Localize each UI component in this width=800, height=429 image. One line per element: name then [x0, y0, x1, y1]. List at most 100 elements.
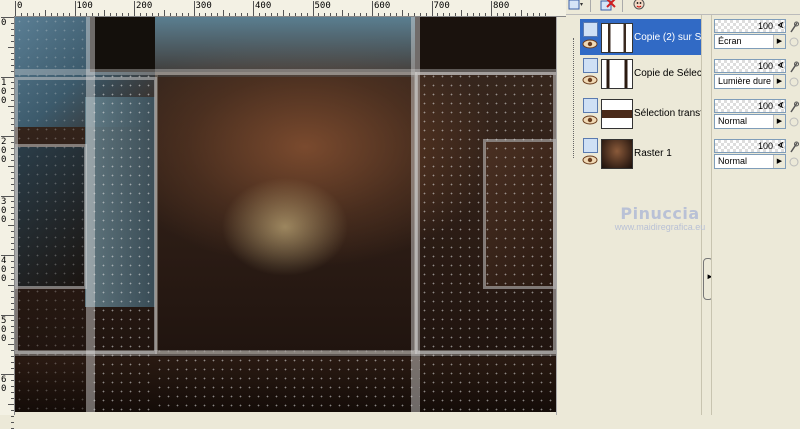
visibility-eye-icon[interactable]	[582, 75, 598, 85]
ruler-tick	[247, 13, 249, 16]
visibility-eye-icon[interactable]	[582, 39, 598, 49]
ruler-tick	[312, 1, 314, 16]
toolbar-separator	[622, 0, 623, 12]
dropdown-arrow-icon[interactable]: ▶	[773, 75, 785, 88]
ruler-tick	[241, 13, 243, 16]
link-icon[interactable]	[788, 156, 800, 168]
ruler-tick	[11, 159, 14, 161]
ruler-tick	[401, 10, 403, 16]
ruler-tick	[455, 13, 457, 16]
lock-transparency-icon[interactable]	[788, 21, 800, 33]
ruler-label: 200	[136, 1, 153, 11]
horizontal-ruler: 0 100 200 300 400 500 600 700 800	[0, 0, 566, 17]
ruler-tick	[419, 13, 421, 16]
ruler-tick	[92, 13, 94, 16]
ruler-tick	[169, 13, 171, 16]
ruler-tick	[11, 88, 14, 90]
ruler-tick	[211, 13, 213, 16]
ruler-tick	[145, 13, 147, 16]
layer-row[interactable]: Raster 1	[580, 135, 701, 171]
ruler-tick	[1, 255, 14, 256]
blend-mode-select[interactable]: Normal ▶	[714, 154, 786, 169]
ruler-tick	[199, 13, 201, 16]
link-icon[interactable]	[788, 36, 800, 48]
dropdown-arrow-icon[interactable]: ▶	[773, 35, 785, 48]
lock-transparency-icon[interactable]	[788, 141, 800, 153]
mask-icon[interactable]	[630, 0, 650, 13]
ruler-tick	[32, 13, 34, 16]
ruler-tick	[11, 183, 14, 185]
ruler-tick	[11, 278, 14, 280]
ruler-tick	[258, 13, 260, 16]
link-icon[interactable]	[788, 76, 800, 88]
blend-mode-select[interactable]: Lumière dure ▶	[714, 74, 786, 89]
ruler-tick	[508, 13, 510, 16]
slider-icon: ∢	[777, 61, 784, 70]
opacity-field[interactable]: 100 ∢	[714, 139, 786, 153]
ruler-label: 3 0 0	[1, 196, 7, 225]
ruler-tick	[11, 260, 14, 262]
opacity-field[interactable]: 100 ∢	[714, 19, 786, 33]
ruler-tick	[8, 344, 14, 346]
ruler-label: 600	[374, 1, 391, 11]
dropdown-arrow-icon[interactable]: ▶	[773, 115, 785, 128]
dot-grid-pattern	[155, 347, 420, 412]
ruler-tick	[74, 1, 76, 16]
opacity-field[interactable]: 100 ∢	[714, 99, 786, 113]
ruler-tick	[1, 17, 14, 18]
ruler-tick	[11, 391, 14, 393]
ruler-tick	[1, 195, 14, 197]
image-canvas[interactable]	[15, 17, 556, 412]
lock-transparency-icon[interactable]	[788, 61, 800, 73]
ruler-tick	[26, 13, 28, 16]
link-icon[interactable]	[788, 116, 800, 128]
layer-row[interactable]: Copie de Sélectio	[580, 55, 701, 91]
ruler-tick	[11, 207, 14, 209]
layer-name: Copie (2) sur Sél	[634, 32, 701, 43]
dropdown-arrow-icon[interactable]: ▶	[773, 155, 785, 168]
raster-layer-icon[interactable]	[583, 138, 598, 153]
ruler-label: 1 0 0	[1, 77, 7, 106]
vector-layer-icon[interactable]	[583, 22, 598, 37]
vector-layer-icon[interactable]	[583, 58, 598, 73]
ruler-tick	[11, 82, 14, 84]
blend-mode-select[interactable]: Normal ▶	[714, 114, 786, 129]
ruler-tick	[11, 58, 14, 60]
opacity-field[interactable]: 100 ∢	[714, 59, 786, 73]
visibility-eye-icon[interactable]	[582, 115, 598, 125]
layer-name: Copie de Sélectio	[634, 68, 701, 79]
layer-row[interactable]: Copie (2) sur Sél	[580, 19, 701, 55]
ruler-tick	[187, 13, 189, 16]
blend-mode-value: Écran	[718, 36, 742, 46]
canvas-dark-block	[90, 17, 155, 72]
ruler-tick	[163, 10, 165, 16]
ruler-tick	[80, 13, 82, 16]
ruler-tick	[8, 165, 14, 167]
lock-transparency-icon[interactable]	[788, 101, 800, 113]
layer-thumbnail	[601, 23, 633, 53]
ruler-tick	[11, 332, 14, 334]
layer-name: Sélection transfo	[634, 108, 701, 119]
ruler-label: 0	[17, 1, 23, 11]
visibility-eye-icon[interactable]	[582, 155, 598, 165]
ruler-tick	[11, 350, 14, 352]
new-layer-icon[interactable]	[566, 0, 586, 13]
ruler-tick	[449, 13, 451, 16]
delete-layer-icon[interactable]	[598, 0, 618, 13]
ruler-tick	[485, 13, 487, 16]
vector-layer-icon[interactable]	[583, 98, 598, 113]
layer-name: Raster 1	[634, 148, 672, 159]
ruler-tick	[11, 64, 14, 66]
ruler-tick	[11, 231, 14, 233]
ruler-tick	[538, 13, 540, 16]
blend-mode-select[interactable]: Écran ▶	[714, 34, 786, 49]
ruler-tick	[491, 1, 492, 16]
layer-properties-row: 100 ∢ Lumière dure ▶	[714, 59, 800, 95]
ruler-tick	[11, 338, 14, 340]
ruler-tick	[11, 266, 14, 268]
ruler-tick	[11, 34, 14, 36]
ruler-tick	[11, 421, 14, 423]
layer-row[interactable]: Sélection transfo	[580, 95, 701, 131]
ruler-tick	[431, 1, 433, 16]
ruler-tick	[151, 13, 153, 16]
